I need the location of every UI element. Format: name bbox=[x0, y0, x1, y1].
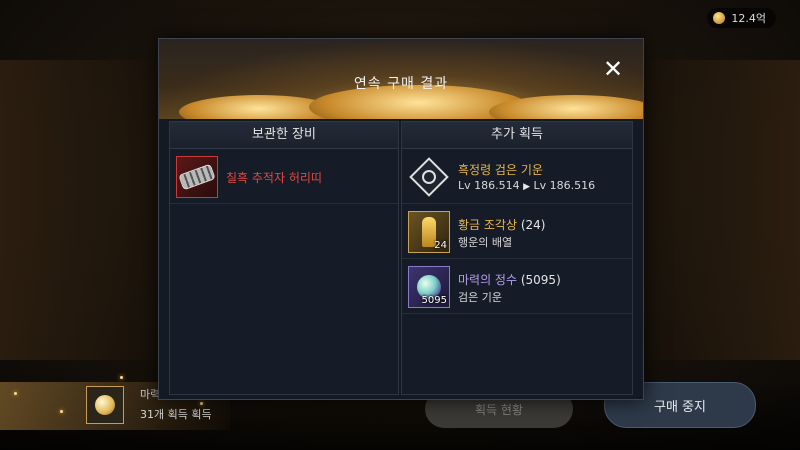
list-item[interactable]: 흑정령 검은 기운 Lv 186.514 ▶ Lv 186.516 bbox=[402, 149, 632, 204]
purchase-result-modal: 연속 구매 결과 ✕ 보관한 장비 칠흑 추적자 허리띠 추가 획득 흑정령 검… bbox=[158, 38, 644, 400]
sparkle bbox=[200, 402, 203, 405]
currency-badge: 12.4억 bbox=[707, 8, 776, 28]
additional-acquire-panel: 추가 획득 흑정령 검은 기운 Lv 186.514 ▶ Lv 186.516 … bbox=[401, 121, 633, 395]
item-name-line: 마력의 정수 (5095) bbox=[458, 271, 561, 288]
item-subtitle: 행운의 배열 bbox=[458, 236, 513, 249]
arrow-right-icon: ▶ bbox=[523, 182, 531, 192]
sparkle bbox=[14, 392, 17, 395]
item-quantity: 5095 bbox=[421, 295, 447, 306]
sparkle bbox=[60, 410, 63, 413]
list-item[interactable]: 칠흑 추적자 허리띠 bbox=[170, 149, 398, 204]
stored-equipment-panel: 보관한 장비 칠흑 추적자 허리띠 bbox=[169, 121, 399, 395]
coin-icon bbox=[713, 12, 726, 24]
item-count: (24) bbox=[520, 218, 546, 232]
item-name: 칠흑 추적자 허리띠 bbox=[226, 171, 322, 185]
orb-icon bbox=[95, 395, 115, 415]
currency-amount: 12.4억 bbox=[731, 12, 766, 25]
item-count: (5095) bbox=[520, 273, 561, 287]
black-spirit-icon bbox=[409, 157, 449, 197]
level-from: Lv 186.514 bbox=[458, 179, 520, 192]
acquire-subtitle: 31개 획득 획득 bbox=[140, 408, 212, 421]
list-item[interactable]: 24 황금 조각상 (24) 행운의 배열 bbox=[402, 204, 632, 259]
item-subtitle: 검은 기운 bbox=[458, 291, 502, 304]
close-button[interactable]: ✕ bbox=[601, 57, 625, 81]
panel-header: 추가 획득 bbox=[402, 122, 632, 149]
level-progress: Lv 186.514 ▶ Lv 186.516 bbox=[458, 179, 595, 192]
modal-title: 연속 구매 결과 bbox=[353, 76, 449, 92]
list-item[interactable]: 5095 마력의 정수 (5095) 검은 기운 bbox=[402, 259, 632, 314]
item-name: 황금 조각상 bbox=[458, 218, 518, 232]
item-quantity: 24 bbox=[434, 240, 447, 251]
modal-header: 연속 구매 결과 ✕ bbox=[159, 39, 643, 119]
background-shelf-right bbox=[640, 60, 800, 360]
item-name: 흑정령 검은 기운 bbox=[458, 163, 543, 177]
item-name: 마력의 정수 bbox=[458, 273, 518, 287]
golden-statue-icon: 24 bbox=[408, 211, 450, 253]
sparkle bbox=[120, 376, 123, 379]
belt-icon bbox=[176, 156, 218, 198]
panel-header: 보관한 장비 bbox=[170, 122, 398, 149]
level-to: Lv 186.516 bbox=[533, 179, 596, 192]
acquire-thumbnail bbox=[86, 386, 124, 424]
background-shelf-left bbox=[0, 60, 160, 360]
item-name-line: 황금 조각상 (24) bbox=[458, 216, 545, 233]
mana-essence-icon: 5095 bbox=[408, 266, 450, 308]
